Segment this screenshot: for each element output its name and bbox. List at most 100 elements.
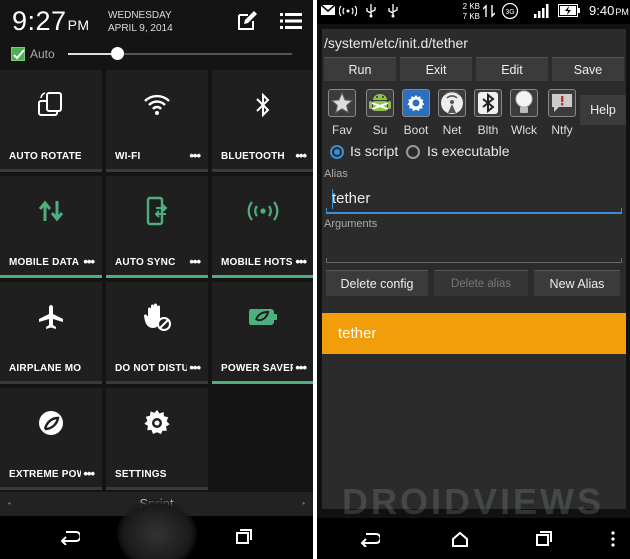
delete-config-button[interactable]: Delete config — [326, 270, 428, 296]
tile-do-not-disturb[interactable]: DO NOT DISTURB••• — [106, 282, 208, 384]
clock: 9:27PM — [12, 6, 90, 37]
settings-icon — [106, 406, 208, 440]
recents-icon[interactable] — [531, 528, 557, 550]
tile-settings[interactable]: SETTINGS — [106, 388, 208, 490]
signal-icon — [534, 4, 549, 18]
arguments-label: Arguments — [324, 218, 378, 230]
android-icon[interactable] — [366, 89, 394, 117]
boot-gear-icon[interactable] — [402, 89, 430, 117]
tile-extreme-power-saving[interactable]: EXTREME POWER SAVING••• — [0, 388, 102, 490]
overflow-menu-icon[interactable] — [600, 528, 626, 550]
settings-list-icon[interactable] — [280, 11, 302, 31]
tile-more-icon[interactable]: ••• — [295, 149, 307, 162]
notification-shade: 9:27PM WEDNESDAY APRIL 9, 2014 Auto AUTO… — [0, 0, 313, 559]
date-display: WEDNESDAY APRIL 9, 2014 — [108, 9, 173, 35]
home-icon[interactable] — [447, 528, 473, 550]
bluetooth-icon — [212, 88, 313, 122]
tile-more-icon[interactable]: ••• — [189, 255, 201, 268]
auto-brightness-checkbox[interactable] — [11, 47, 25, 61]
tile-status-bar — [106, 487, 208, 490]
alias-list-item[interactable]: tether — [322, 313, 626, 354]
bluetooth-icon[interactable] — [474, 89, 502, 117]
tile-status-bar — [0, 381, 102, 384]
do-not-disturb-icon — [106, 300, 208, 334]
dialog-title: /system/etc/init.d/tether — [324, 35, 468, 51]
auto-brightness-label: Auto — [30, 47, 55, 61]
auto-sync-icon — [106, 194, 208, 228]
run-button[interactable]: Run — [324, 57, 396, 81]
script-dialog: /system/etc/init.d/tether Run Exit Edit … — [321, 28, 627, 522]
tile-label: EXTREME POWER SAVING — [9, 469, 81, 480]
usb-icon — [366, 4, 376, 18]
status-bar: 2 KB 7 KB 3G 9:40PM — [317, 0, 630, 24]
airplane-icon — [0, 300, 102, 334]
star-icon[interactable] — [328, 89, 356, 117]
tile-label: MOBILE DATA — [9, 257, 80, 268]
tile-airplane-mode[interactable]: AIRPLANE MODE — [0, 282, 102, 384]
arguments-field-underline — [326, 262, 622, 263]
tile-wi-fi[interactable]: WI-FI ••• — [106, 70, 208, 172]
shade-header: 9:27PM WEDNESDAY APRIL 9, 2014 — [0, 0, 313, 40]
brightness-fill — [68, 53, 117, 55]
gmail-icon — [321, 4, 335, 15]
net-icon[interactable] — [438, 89, 466, 117]
tile-bluetooth[interactable]: BLUETOOTH ••• — [212, 70, 313, 172]
back-icon[interactable] — [57, 526, 83, 548]
tile-more-icon[interactable]: ••• — [83, 255, 95, 268]
edit-tiles-icon[interactable] — [236, 10, 258, 32]
notify-icon[interactable] — [548, 89, 576, 117]
quick-item-label: Ntfy — [551, 123, 573, 137]
tile-more-icon[interactable]: ••• — [295, 255, 307, 268]
delete-alias-button[interactable]: Delete alias — [434, 270, 528, 296]
quick-item-label: Blth — [477, 123, 499, 137]
tile-mobile-data[interactable]: MOBILE DATA ••• — [0, 176, 102, 278]
carrier-dot-left: • — [8, 499, 11, 508]
tile-label: MOBILE HOTSPOT — [221, 257, 293, 268]
tile-mobile-hotspot[interactable]: MOBILE HOTSPOT••• — [212, 176, 313, 278]
tile-status-bar — [212, 169, 313, 172]
weekday: WEDNESDAY — [108, 10, 172, 21]
watermark: DROIDVIEWS — [342, 481, 605, 522]
tile-more-icon[interactable]: ••• — [189, 361, 201, 374]
tile-label: SETTINGS — [115, 469, 167, 480]
tile-more-icon[interactable]: ••• — [295, 361, 307, 374]
network-speed: 2 KB 7 KB — [454, 2, 480, 22]
bulb-icon[interactable] — [510, 89, 538, 117]
tile-label: DO NOT DISTURB — [115, 363, 187, 374]
help-button[interactable]: Help — [580, 95, 626, 125]
tile-power-saver[interactable]: POWER SAVER ••• — [212, 282, 313, 384]
power-saver-icon — [212, 300, 313, 334]
svg-text:3G: 3G — [505, 9, 514, 16]
mobile-data-icon — [0, 194, 102, 228]
tile-label: AUTO ROTATE — [9, 151, 81, 162]
wifi-icon — [106, 88, 208, 122]
is-script-radio[interactable] — [330, 145, 344, 159]
back-icon[interactable] — [357, 528, 383, 550]
tile-auto-sync[interactable]: AUTO SYNC ••• — [106, 176, 208, 278]
is-script-label: Is script — [350, 143, 399, 159]
extreme-power-icon — [0, 406, 102, 440]
tile-status-bar — [0, 169, 102, 172]
is-executable-label: Is executable — [427, 143, 510, 159]
tile-label: AUTO SYNC — [115, 257, 176, 268]
tile-more-icon[interactable]: ••• — [189, 149, 201, 162]
brightness-thumb[interactable] — [111, 47, 124, 60]
arguments-field[interactable] — [326, 233, 622, 263]
tile-auto-rotate[interactable]: AUTO ROTATE — [0, 70, 102, 172]
right-nav-bar — [317, 518, 630, 559]
edit-button[interactable]: Edit — [476, 57, 548, 81]
save-button[interactable]: Save — [552, 57, 624, 81]
alias-field[interactable]: tether — [326, 184, 622, 214]
tile-status-bar — [106, 275, 208, 278]
clock-ampm: PM — [67, 17, 90, 33]
exit-button[interactable]: Exit — [400, 57, 472, 81]
is-executable-radio[interactable] — [406, 145, 420, 159]
new-alias-button[interactable]: New Alias — [534, 270, 620, 296]
tile-status-bar — [106, 381, 208, 384]
tile-more-icon[interactable]: ••• — [83, 467, 95, 480]
rotate-icon — [0, 88, 102, 122]
script-manager-screen: 2 KB 7 KB 3G 9:40PM /system/etc/init.d/te… — [317, 0, 630, 559]
data-arrows-icon — [483, 4, 495, 18]
recents-icon[interactable] — [231, 526, 257, 548]
net-up: 2 KB — [462, 2, 480, 11]
